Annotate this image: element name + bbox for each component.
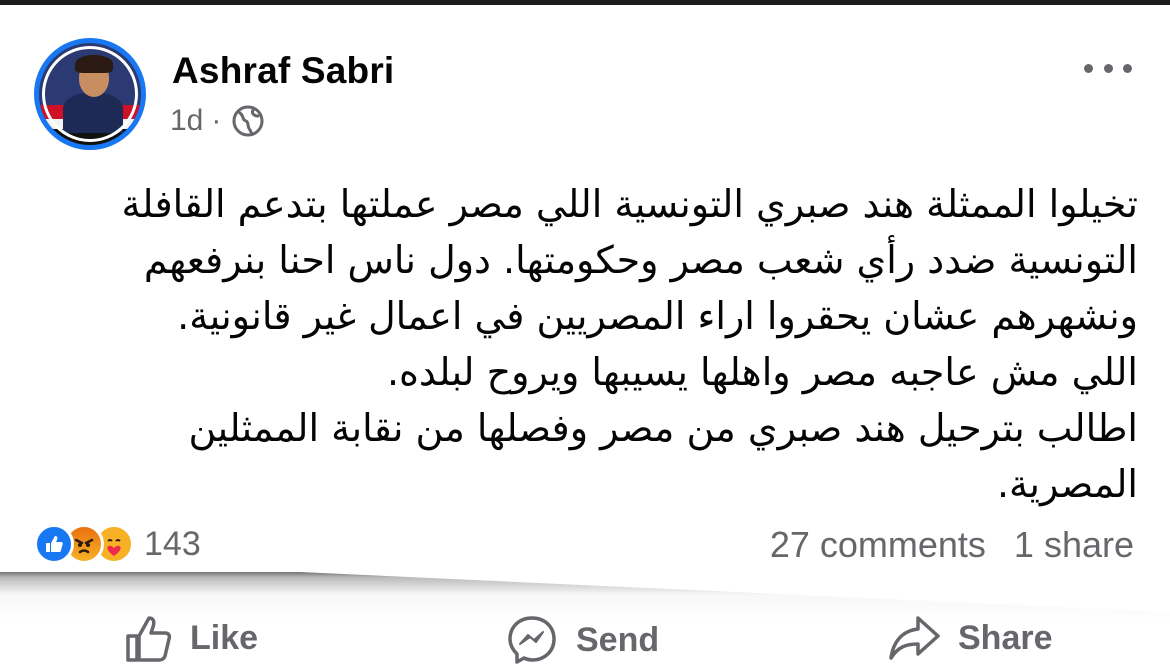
post-text-line: المصرية. [996, 462, 1138, 506]
post-text-line: اللي مش عاجبه مصر واهلها يسيبها ويروح لب… [386, 350, 1138, 394]
author-name[interactable]: Ashraf Sabri [172, 50, 394, 92]
more-options-icon[interactable] [1084, 60, 1132, 76]
share-arrow-icon [889, 616, 940, 660]
send-button[interactable]: Send [504, 612, 659, 668]
share-button[interactable]: Share [886, 612, 1053, 664]
reactions-summary[interactable]: 143 [34, 524, 201, 564]
post-text-line: تخيلوا الممثلة هند صبري التونسية اللي مص… [121, 182, 1138, 226]
post-text-line: اطالب بترحيل هند صبري من مصر وفصلها من ن… [188, 406, 1138, 450]
thumbs-up-icon [126, 616, 172, 662]
post-text-line: التونسية ضدد رأي شعب مصر وحكومتها. دول ن… [143, 238, 1138, 282]
like-button[interactable]: Like [122, 612, 258, 664]
post-text-line: ونشهرهم عشان يحقروا اراء المصريين في اعم… [177, 294, 1138, 338]
engagement-stats: 27 comments 1 share [770, 524, 1134, 566]
post-time[interactable]: 1d [170, 104, 203, 138]
post-meta: 1d · [170, 104, 265, 138]
messenger-icon [508, 616, 556, 664]
author-avatar[interactable] [34, 38, 146, 150]
meta-separator: · [211, 104, 222, 137]
post-text: تخيلوا الممثلة هند صبري التونسية اللي مص… [40, 176, 1138, 512]
like-label: Like [190, 618, 259, 657]
share-label: Share [958, 618, 1053, 657]
reaction-count: 143 [144, 524, 201, 563]
comments-count[interactable]: 27 comments [770, 524, 986, 566]
shares-count[interactable]: 1 share [1014, 524, 1134, 566]
like-icon [34, 524, 74, 564]
action-bar: Like Send Share [0, 612, 1170, 664]
globe-icon[interactable] [231, 104, 265, 138]
send-label: Send [576, 620, 660, 659]
top-border [0, 0, 1170, 5]
